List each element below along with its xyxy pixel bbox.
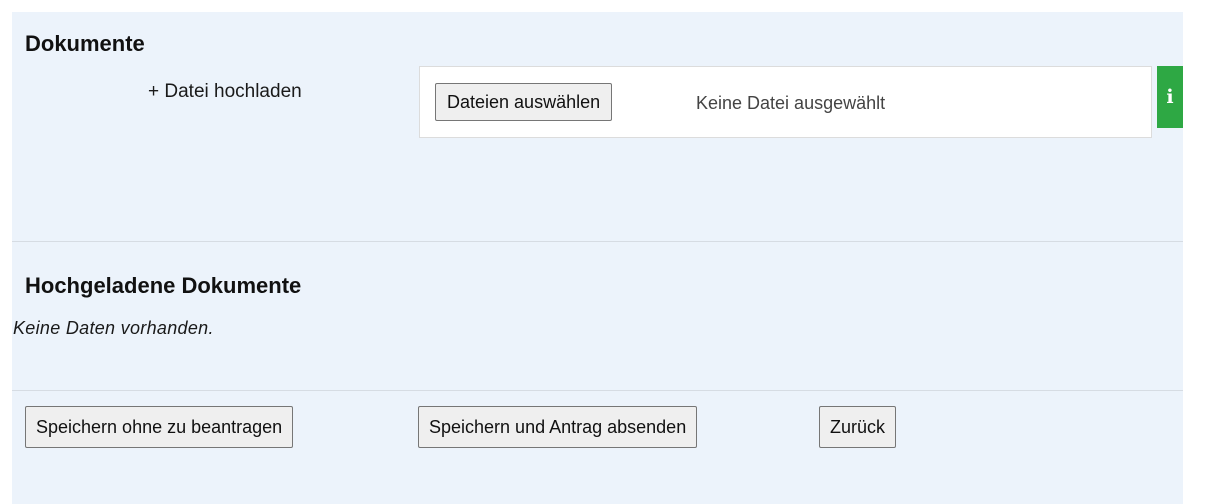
file-input-container: Dateien auswählen Keine Datei ausgewählt: [419, 66, 1152, 138]
save-without-apply-button[interactable]: Speichern ohne zu beantragen: [25, 406, 294, 448]
uploaded-documents-heading: Hochgeladene Dokumente: [25, 273, 302, 298]
no-data-message: Keine Daten vorhanden.: [13, 318, 214, 338]
file-status-text: Keine Datei ausgewählt: [696, 93, 886, 113]
back-button[interactable]: Zurück: [819, 406, 897, 448]
actions-divider: [12, 390, 1183, 391]
upload-file-label: + Datei hochladen: [148, 81, 302, 102]
choose-files-button[interactable]: Dateien auswählen: [435, 83, 613, 121]
save-and-submit-button[interactable]: Speichern und Antrag absenden: [418, 406, 698, 448]
documents-heading: Dokumente: [25, 31, 145, 56]
info-icon[interactable]: i: [1157, 66, 1183, 128]
section-divider: [12, 241, 1183, 242]
